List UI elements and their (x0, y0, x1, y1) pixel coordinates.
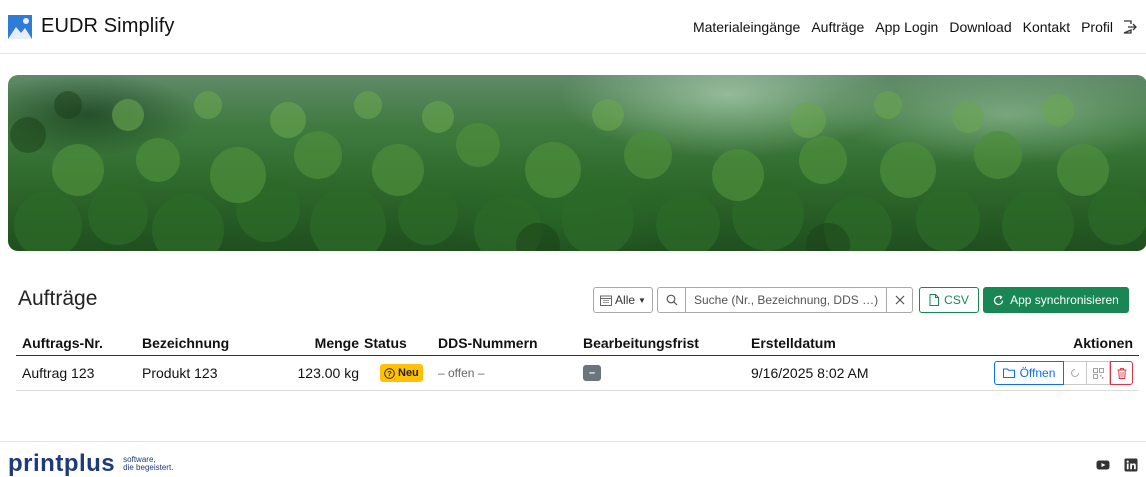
status-badge: ? Neu (380, 364, 423, 382)
open-label: Öffnen (1019, 366, 1056, 380)
top-navbar: EUDR Simplify Materialeingänge Aufträge … (0, 0, 1146, 54)
col-header-auftrags-nr[interactable]: Auftrags-Nr. (22, 330, 103, 355)
open-button[interactable]: Öffnen (994, 361, 1064, 385)
linkedin-icon[interactable] (1124, 458, 1138, 472)
hero-forest-image (8, 75, 1146, 251)
footer-divider (0, 441, 1146, 442)
filter-dropdown[interactable]: Alle ▼ (593, 287, 653, 313)
status-label: Neu (398, 367, 419, 379)
youtube-icon[interactable] (1096, 458, 1110, 472)
footer-logo: printplus (8, 450, 116, 477)
row-actions: Öffnen (994, 361, 1133, 385)
clear-search-button[interactable] (886, 288, 912, 312)
qr-code-icon (1092, 367, 1104, 379)
refresh-button[interactable] (1064, 361, 1087, 385)
cell-bezeichnung: Produkt 123 (142, 365, 218, 381)
nav-item-auftraege[interactable]: Aufträge (811, 19, 864, 35)
svg-text:?: ? (387, 369, 392, 378)
col-header-erstelldatum[interactable]: Erstelldatum (751, 330, 836, 355)
page-title: Aufträge (18, 287, 98, 310)
col-header-dds-nummern[interactable]: DDS-Nummern (438, 330, 538, 355)
footer-tagline: software, die begeistert. (123, 456, 173, 476)
sync-label: App synchronisieren (1010, 293, 1119, 307)
refresh-icon (1071, 369, 1079, 377)
cell-dds-nummern: – offen – (438, 356, 485, 390)
cell-aktionen: Öffnen (994, 356, 1133, 390)
social-links (1082, 458, 1138, 472)
close-icon (895, 295, 904, 305)
search-icon (658, 288, 686, 312)
table-header: Auftrags-Nr. Bezeichnung Menge Status DD… (16, 330, 1139, 356)
footer-tagline-line2: die begeistert. (123, 463, 174, 472)
cell-status: ? Neu (372, 356, 423, 390)
col-header-menge[interactable]: Menge (315, 330, 359, 355)
main-nav: Materialeingänge Aufträge App Login Down… (693, 19, 1138, 35)
col-header-bezeichnung[interactable]: Bezeichnung (142, 330, 229, 355)
app-title: EUDR Simplify (41, 15, 175, 37)
folder-icon (1002, 368, 1015, 378)
calendar-icon (600, 295, 613, 306)
delete-button[interactable] (1110, 361, 1133, 385)
csv-export-button[interactable]: CSV (919, 287, 979, 313)
nav-item-materialeingaenge[interactable]: Materialeingänge (693, 19, 800, 35)
filter-label: Alle (615, 293, 636, 307)
qr-code-button[interactable] (1087, 361, 1110, 385)
nav-item-download[interactable]: Download (949, 19, 1011, 35)
sync-icon (994, 294, 1004, 305)
cell-bearbeitungsfrist: – (583, 356, 601, 390)
cell-auftrags-nr: Auftrag 123 (22, 365, 95, 381)
trash-icon (1117, 367, 1126, 379)
frist-badge: – (583, 365, 601, 381)
footer-brand[interactable]: printplus software, die begeistert. (8, 452, 173, 476)
logout-icon[interactable] (1122, 19, 1138, 35)
file-icon (929, 294, 940, 306)
csv-label: CSV (944, 293, 969, 307)
question-circle-icon: ? (384, 367, 395, 379)
orders-table: Auftrags-Nr. Bezeichnung Menge Status DD… (16, 330, 1139, 391)
chevron-down-icon: ▼ (638, 295, 646, 305)
forest-canopy-illustration (10, 91, 1146, 251)
col-header-aktionen: Aktionen (1073, 334, 1133, 351)
table-toolbar: Alle ▼ CSV App synchronisieren (593, 287, 1129, 313)
dds-value: – offen – (438, 366, 485, 380)
col-header-bearbeitungsfrist[interactable]: Bearbeitungsfrist (583, 330, 699, 355)
nav-item-app-login[interactable]: App Login (875, 19, 938, 35)
menge-value: 123.00 kg (297, 365, 360, 381)
cell-menge: 123.00 kg (298, 356, 360, 390)
nav-item-kontakt[interactable]: Kontakt (1023, 19, 1070, 35)
col-header-status[interactable]: Status (364, 330, 407, 355)
search-input[interactable] (686, 288, 886, 312)
cell-erstelldatum: 9/16/2025 8:02 AM (751, 365, 869, 381)
brand[interactable]: EUDR Simplify (8, 14, 175, 39)
nav-item-profil[interactable]: Profil (1081, 19, 1113, 35)
table-row[interactable]: Auftrag 123 Produkt 123 123.00 kg ? Neu … (16, 356, 1139, 391)
search-group (657, 287, 913, 313)
brand-logo-icon (8, 14, 32, 39)
sync-app-button[interactable]: App synchronisieren (983, 287, 1129, 313)
